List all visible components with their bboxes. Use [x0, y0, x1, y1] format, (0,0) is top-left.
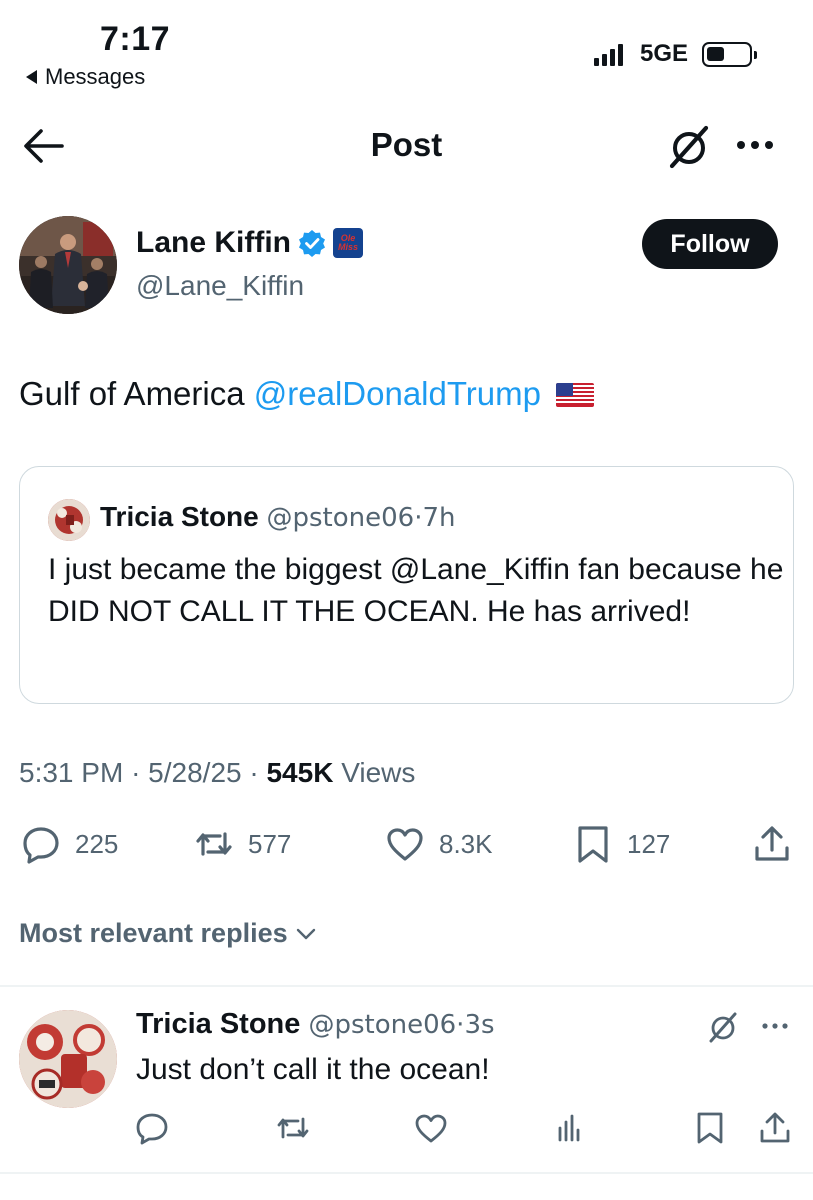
- reply-icon: [23, 827, 59, 864]
- meta-separator: ·: [249, 757, 259, 788]
- verified-badge-icon: [299, 230, 325, 257]
- divider: [0, 1172, 813, 1174]
- grok-icon[interactable]: [664, 122, 714, 172]
- quoted-time: 7h: [422, 503, 456, 533]
- chevron-down-icon: [296, 928, 315, 939]
- author-name-row[interactable]: Lane Kiffin Ole Miss: [136, 226, 363, 260]
- reply-author-avatar[interactable]: [19, 1010, 117, 1108]
- heart-icon[interactable]: [413, 1110, 449, 1146]
- post-date: 5/28/25: [148, 757, 242, 788]
- bookmark-button[interactable]: 127: [573, 824, 670, 864]
- quoted-author-avatar[interactable]: [48, 499, 90, 541]
- battery-icon: [702, 42, 757, 67]
- bookmark-icon: [578, 826, 608, 863]
- reply-author-name: Tricia Stone: [136, 1008, 301, 1040]
- affiliation-badge-icon: Ole Miss: [333, 228, 363, 258]
- back-to-app-link[interactable]: Messages: [26, 64, 145, 90]
- repost-count: 577: [248, 828, 292, 859]
- replies-sort-dropdown[interactable]: Most relevant replies: [19, 918, 318, 949]
- follow-button[interactable]: Follow: [642, 219, 778, 269]
- share-icon[interactable]: [757, 1110, 793, 1146]
- reply-button[interactable]: 225: [21, 824, 118, 864]
- reply-header: Tricia Stone @pstone06·3s: [136, 1008, 495, 1041]
- author-avatar[interactable]: [19, 216, 117, 314]
- quoted-author-name: Tricia Stone: [100, 501, 259, 532]
- quoted-post-card[interactable]: Tricia Stone @pstone06·7h I just became …: [19, 466, 794, 704]
- reply-author-handle: @pstone06: [308, 1010, 457, 1040]
- reply-text: Just don’t call it the ocean!: [136, 1053, 490, 1086]
- views-chart-icon[interactable]: [552, 1110, 588, 1146]
- post-meta: 5:31 PM · 5/28/25 · 545K Views: [19, 757, 415, 789]
- share-button[interactable]: [752, 824, 792, 864]
- quoted-author-handle: @pstone06: [266, 503, 415, 533]
- repost-button[interactable]: 577: [194, 824, 291, 864]
- quoted-text: I just became the biggest @Lane_Kiffin f…: [48, 553, 784, 628]
- bookmark-count: 127: [627, 828, 671, 859]
- reply-count: 225: [75, 828, 119, 859]
- views-count[interactable]: 545K: [266, 757, 333, 788]
- replies-sort-label: Most relevant replies: [19, 918, 288, 948]
- like-count: 8.3K: [439, 828, 493, 859]
- post-time: 5:31 PM: [19, 757, 124, 788]
- like-button[interactable]: 8.3K: [385, 824, 493, 864]
- author-handle: @Lane_Kiffin: [136, 270, 305, 301]
- more-icon[interactable]: [760, 1020, 790, 1032]
- post-action-bar: 225 577 8.3K 127: [0, 824, 813, 872]
- us-flag-icon: [556, 383, 595, 407]
- repost-icon: [196, 832, 232, 856]
- network-type: 5GE: [640, 40, 689, 67]
- author-name: Lane Kiffin: [136, 226, 291, 259]
- quoted-header: Tricia Stone @pstone06·7h: [100, 501, 456, 533]
- divider: [0, 985, 813, 987]
- post-text-plain: Gulf of America: [19, 375, 254, 412]
- bookmark-icon[interactable]: [692, 1110, 728, 1146]
- post-text: Gulf of America @realDonaldTrump: [19, 373, 595, 415]
- reply-time: 3s: [464, 1010, 495, 1040]
- post-mention-link[interactable]: @realDonaldTrump: [254, 375, 541, 412]
- reply-icon[interactable]: [134, 1110, 170, 1146]
- signal-strength-icon: [594, 42, 623, 66]
- meta-separator: ·: [131, 757, 141, 788]
- back-app-label: Messages: [45, 64, 146, 89]
- back-triangle-icon: [26, 70, 37, 84]
- status-time: 7:17: [100, 20, 171, 58]
- heart-icon: [387, 828, 423, 861]
- views-label: Views: [341, 757, 416, 788]
- repost-icon[interactable]: [275, 1110, 311, 1146]
- grok-icon[interactable]: [706, 1010, 740, 1044]
- reply-action-bar: [0, 1110, 813, 1150]
- share-icon: [755, 826, 789, 861]
- more-icon[interactable]: [734, 138, 776, 152]
